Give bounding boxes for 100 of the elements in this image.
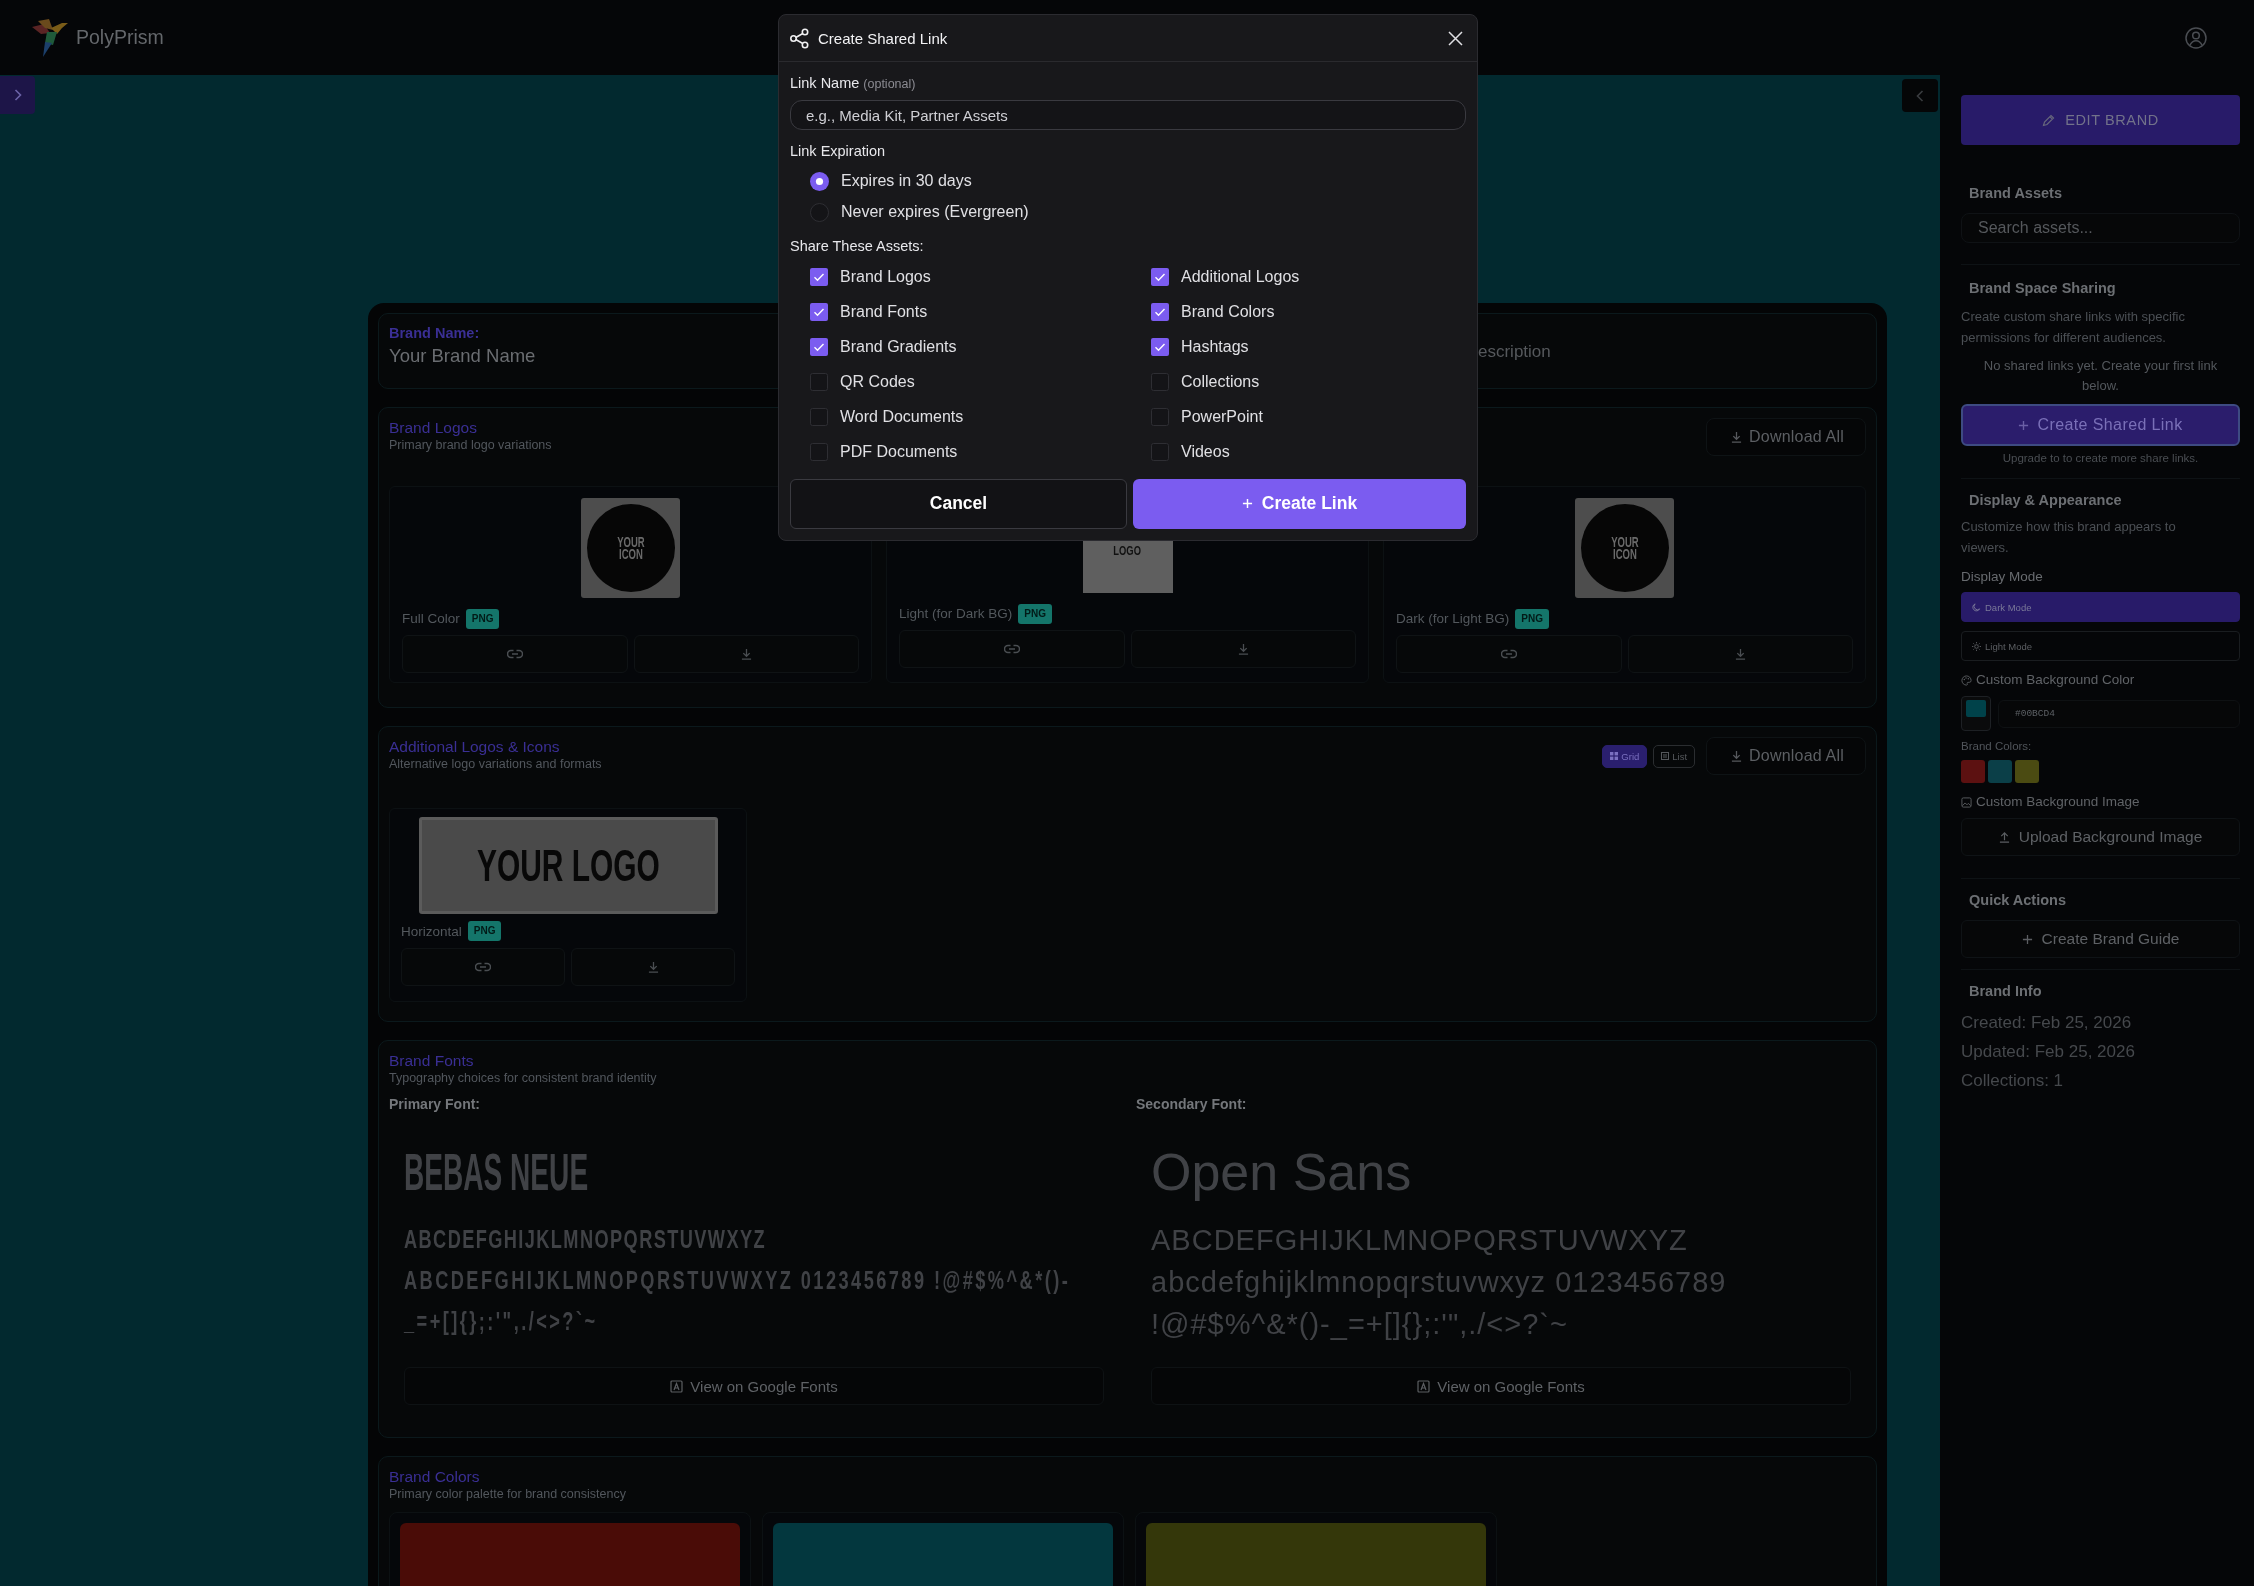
plus-icon: [1241, 498, 1253, 509]
download-button[interactable]: [633, 635, 859, 673]
share-icon: [789, 27, 810, 49]
field-label: Link Expiration: [790, 142, 886, 160]
logo-variant-label: Full Color: [402, 611, 460, 626]
font-role-label: Primary Font:: [389, 1095, 480, 1113]
checkbox[interactable]: [810, 407, 828, 426]
hex-color-field[interactable]: #00BCD4: [1998, 699, 2240, 728]
color-picker-button[interactable]: [1961, 696, 1991, 731]
download-icon: [1731, 431, 1743, 443]
checkbox[interactable]: [810, 372, 828, 391]
empty-state-text: No shared links yet. Create your first link below.: [1982, 357, 2219, 395]
copy-link-button[interactable]: [401, 948, 565, 986]
create-link-button[interactable]: Create Link: [1133, 478, 1466, 529]
download-button[interactable]: [1627, 635, 1853, 673]
color-swatch[interactable]: [2015, 760, 2039, 783]
brand-info-text: Collections: 1: [1961, 1070, 2064, 1092]
checkbox[interactable]: [810, 302, 828, 321]
color-swatch[interactable]: [1988, 760, 2012, 783]
download-icon: [1731, 750, 1743, 762]
checkbox[interactable]: [810, 337, 828, 356]
image-icon: [1961, 796, 1972, 808]
option-label: Collections: [1181, 372, 1260, 391]
background-image-label: Custom Background Image: [1976, 793, 2140, 811]
optional-hint: (optional): [863, 77, 916, 91]
chevron-left-icon: [1916, 89, 1924, 102]
app-name: PolyPrism: [76, 26, 164, 49]
font-name: BEBAS NEUE: [404, 1142, 589, 1202]
close-icon[interactable]: [1448, 30, 1463, 46]
section-title: Brand Logos: [389, 419, 477, 437]
format-badge: PNG: [1018, 603, 1052, 624]
sun-icon: [1972, 641, 1981, 651]
checkbox[interactable]: [1151, 302, 1169, 321]
logo-text: YOUR ICON: [1609, 536, 1640, 560]
sidebar-heading: Brand Assets: [1969, 184, 2062, 203]
download-button[interactable]: [571, 948, 735, 986]
user-icon[interactable]: [2185, 26, 2207, 49]
copy-link-button[interactable]: [899, 630, 1125, 668]
checkbox[interactable]: [1151, 267, 1169, 286]
search-field[interactable]: Search assets...: [1961, 213, 2240, 243]
collapse-panel-button[interactable]: [1902, 79, 1938, 112]
download-all-button[interactable]: Download All: [1706, 737, 1866, 775]
color-swatch[interactable]: [1961, 760, 1985, 783]
checkbox[interactable]: [1151, 372, 1169, 391]
option-label: Brand Logos: [840, 267, 931, 286]
checkbox[interactable]: [810, 442, 828, 461]
sidebar-heading: Display & Appearance: [1969, 491, 2122, 510]
google-fonts-button[interactable]: View on Google Fonts: [404, 1367, 1104, 1405]
color-swatch-icon: [1966, 700, 1986, 717]
upgrade-note: Upgrade to to create more share links.: [2001, 451, 2200, 466]
field-label: Link Name: [790, 74, 860, 92]
checkbox[interactable]: [1151, 337, 1169, 356]
dialog-title: Create Shared Link: [818, 29, 948, 47]
link-name-field[interactable]: e.g., Media Kit, Partner Assets: [790, 100, 1466, 130]
upload-icon: [1998, 831, 2010, 843]
display-mode-button[interactable]: Light Mode: [1961, 631, 2240, 661]
option-label: Brand Colors: [1181, 302, 1275, 321]
brand-name-text: Your Brand Name: [389, 344, 536, 368]
moon-icon: [1972, 602, 1981, 612]
upload-background-button[interactable]: Upload Background Image: [1961, 818, 2240, 856]
download-button[interactable]: [1130, 630, 1356, 668]
logo-text: YOUR ICON: [615, 536, 646, 560]
expand-sidebar-button[interactable]: [0, 76, 35, 114]
link-icon: [475, 962, 491, 972]
option-label: Expires in 30 days: [841, 172, 972, 190]
font-role-label: Secondary Font:: [1136, 1095, 1247, 1113]
view-toggle-button[interactable]: Grid: [1602, 744, 1648, 768]
option-label: PowerPoint: [1181, 407, 1263, 426]
download-icon: [740, 648, 752, 660]
copy-link-button[interactable]: [402, 635, 628, 673]
option-label: PDF Documents: [840, 442, 958, 461]
download-all-button[interactable]: Download All: [1706, 418, 1866, 456]
section-subtitle: Alternative logo variations and formats: [389, 757, 602, 772]
option-label: Brand Fonts: [840, 302, 928, 321]
section-title: Brand Fonts: [389, 1052, 474, 1070]
create-shared-link-button[interactable]: Create Shared Link: [1961, 404, 2240, 446]
option-label: QR Codes: [840, 372, 915, 391]
sidebar-heading: Brand Info: [1969, 982, 2042, 1001]
cancel-button[interactable]: Cancel: [790, 478, 1127, 529]
google-fonts-button[interactable]: View on Google Fonts: [1151, 1367, 1851, 1405]
character-sample: ABCDEFGHIJKLMNOPQRSTUVWXYZ 0123456789 !@#$%^&*()-_=+[]{};:'",./<>?`~: [404, 1264, 1072, 1338]
checkbox[interactable]: [1151, 407, 1169, 426]
radio-button[interactable]: [810, 202, 829, 222]
option-label: Additional Logos: [1181, 267, 1300, 286]
copy-link-button[interactable]: [1396, 635, 1622, 673]
checkbox[interactable]: [1151, 442, 1169, 461]
link-icon: [1003, 644, 1020, 654]
checkbox[interactable]: [810, 267, 828, 286]
logo-text: LOGO: [1113, 544, 1142, 558]
view-toggle-button[interactable]: List: [1653, 744, 1696, 768]
brand-colors-label: Brand Colors:: [1961, 739, 2032, 754]
radio-button[interactable]: [810, 171, 829, 191]
create-brand-guide-button[interactable]: Create Brand Guide: [1961, 920, 2240, 958]
display-mode-button[interactable]: Dark Mode: [1961, 592, 2240, 622]
field-label: Share These Assets:: [790, 236, 924, 255]
option-label: Brand Gradients: [840, 337, 957, 356]
font-name: Open Sans: [1151, 1142, 1412, 1202]
edit-brand-button[interactable]: EDIT BRAND: [1961, 95, 2240, 145]
plus-icon: [2021, 933, 2033, 945]
download-icon: [1734, 648, 1746, 660]
